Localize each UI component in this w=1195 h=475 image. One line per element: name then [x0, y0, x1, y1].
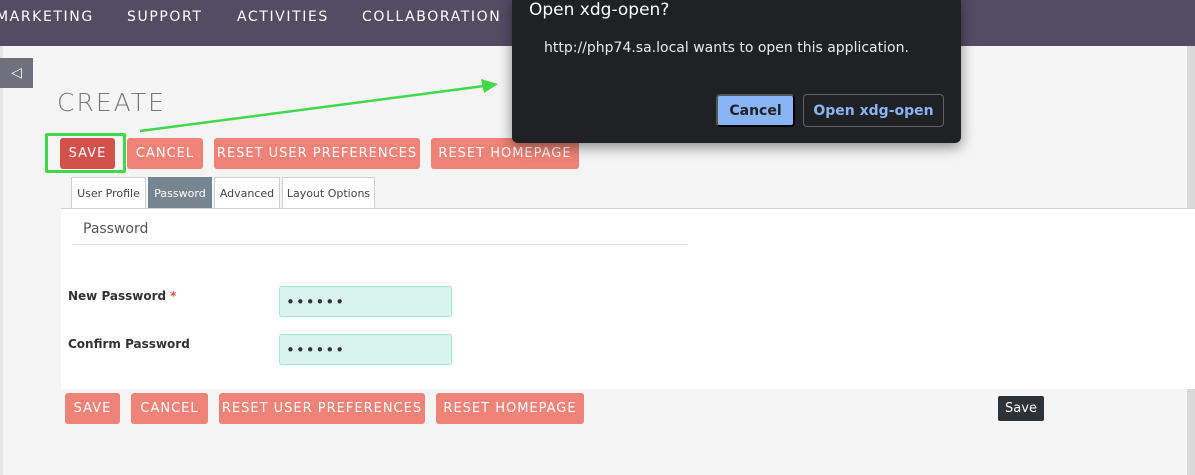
new-password-label-text: New Password: [68, 289, 167, 303]
dialog-cancel-button[interactable]: Cancel: [716, 94, 795, 127]
new-password-label: New Password *: [68, 289, 176, 303]
tab-layout-options[interactable]: Layout Options: [282, 177, 375, 208]
tab-advanced[interactable]: Advanced: [214, 177, 280, 208]
confirm-password-input[interactable]: ••••••: [279, 334, 452, 365]
tab-user-profile[interactable]: User Profile: [71, 177, 146, 208]
save-button-bottom[interactable]: SAVE: [65, 393, 120, 424]
reset-homepage-button-bottom[interactable]: RESET HOMEPAGE: [436, 393, 584, 424]
password-panel: [61, 208, 1195, 389]
save-tooltip: Save: [998, 396, 1044, 421]
dialog-open-button[interactable]: Open xdg-open: [803, 94, 944, 127]
tab-password[interactable]: Password: [148, 177, 212, 208]
panel-divider: [73, 244, 688, 245]
required-mark: *: [170, 289, 177, 303]
dialog-message: http://php74.sa.local wants to open this…: [544, 40, 909, 56]
dialog-title: Open xdg-open?: [529, 0, 670, 20]
new-password-input[interactable]: ••••••: [279, 286, 452, 317]
confirm-password-label: Confirm Password: [68, 337, 190, 351]
xdg-open-dialog: Open xdg-open? http://php74.sa.local wan…: [512, 0, 961, 143]
panel-heading: Password: [83, 221, 149, 237]
cancel-button-bottom[interactable]: CANCEL: [131, 393, 208, 424]
reset-user-preferences-button-bottom[interactable]: RESET USER PREFERENCES: [219, 393, 425, 424]
